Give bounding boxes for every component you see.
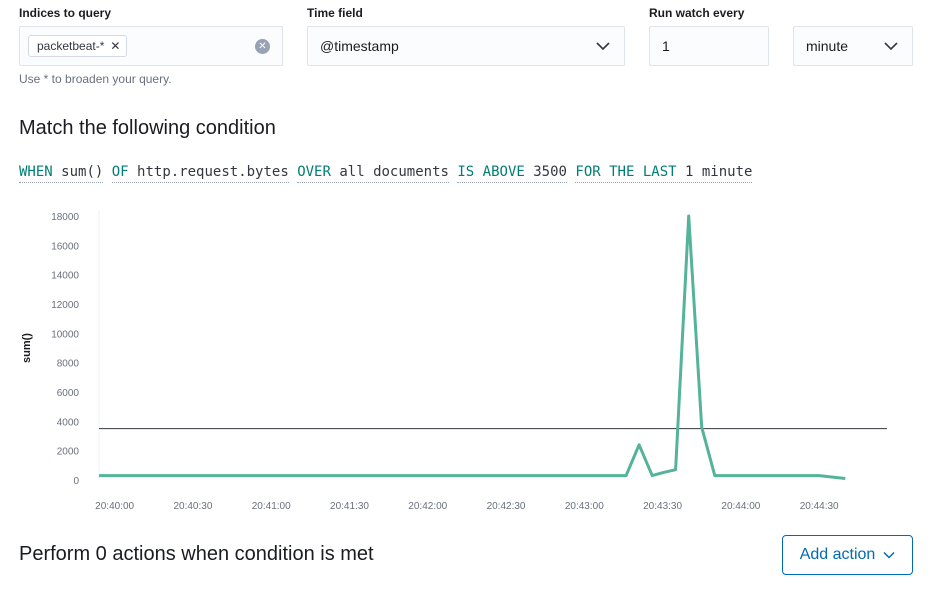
x-tick-label: 20:41:00 [252,501,291,512]
indices-label: Indices to query [19,6,112,20]
y-tick-label: 6000 [57,388,80,399]
y-tick-label: 12000 [51,300,79,311]
y-tick-label: 18000 [51,212,79,223]
run-watch-unit-value: minute [806,38,849,54]
y-tick-label: 0 [73,476,79,487]
run-watch-label: Run watch every [649,6,745,20]
clear-icon[interactable]: ✕ [255,39,270,54]
x-tick-label: 20:43:00 [565,501,604,512]
x-tick-label: 20:40:30 [173,501,212,512]
expr-when[interactable]: WHEN sum() [19,164,104,183]
chevron-down-icon [884,42,898,51]
indices-help-text: Use * to broaden your query. [19,72,172,86]
y-tick-label: 10000 [51,329,79,340]
series-line [99,214,846,480]
y-tick-label: 8000 [57,359,80,370]
expr-time-window[interactable]: FOR THE LAST 1 minute [575,164,753,183]
x-tick-label: 20:42:00 [408,501,447,512]
time-field-label: Time field [307,6,363,20]
y-tick-label: 2000 [57,447,80,458]
time-field-value: @timestamp [320,38,399,54]
chevron-down-icon [883,551,895,559]
y-tick-label: 16000 [51,241,79,252]
condition-expression: WHEN sum() OF http.request.bytes OVER al… [19,164,753,183]
add-action-label: Add action [799,546,876,563]
y-tick-label: 14000 [51,271,79,282]
y-axis-title: sum() [21,333,33,363]
run-watch-value: 1 [662,38,670,54]
add-action-button[interactable]: Add action [782,535,913,575]
time-field-select[interactable]: @timestamp [307,26,625,66]
indices-combobox[interactable]: packetbeat-* ✕ ✕ [19,26,283,66]
actions-title: Perform 0 actions when condition is met [19,543,374,565]
chevron-down-icon [596,42,610,51]
x-tick-label: 20:42:30 [487,501,526,512]
run-watch-unit-select[interactable]: minute [793,26,913,66]
run-watch-input[interactable]: 1 [649,26,769,66]
expr-of[interactable]: OF http.request.bytes [111,164,289,183]
x-tick-label: 20:44:30 [800,501,839,512]
condition-chart: 0 2000 4000 6000 8000 10000 12000 14000 16000 180… [21,210,887,512]
expr-threshold[interactable]: IS ABOVE 3500 [457,164,567,183]
expr-over[interactable]: OVER all documents [297,164,449,183]
x-tick-label: 20:43:30 [643,501,682,512]
remove-pill-icon[interactable]: ✕ [110,39,120,53]
x-tick-label: 20:44:00 [721,501,760,512]
index-pill-label: packetbeat-* [37,39,105,53]
x-tick-label: 20:41:30 [330,501,369,512]
x-tick-label: 20:40:00 [95,501,134,512]
index-pill: packetbeat-* ✕ [28,35,128,57]
y-tick-label: 4000 [57,417,80,428]
condition-title: Match the following condition [19,117,276,139]
